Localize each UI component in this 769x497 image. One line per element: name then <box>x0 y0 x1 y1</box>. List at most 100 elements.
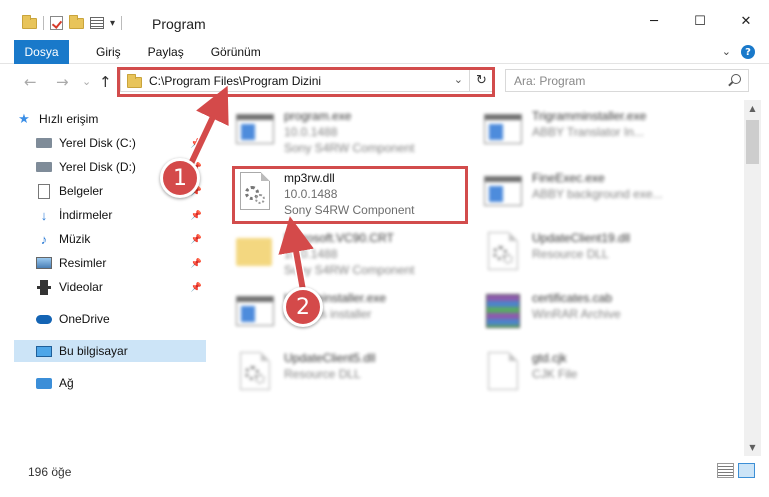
search-input[interactable]: Ara: Program <box>505 69 749 92</box>
application-icon <box>480 170 524 214</box>
back-button[interactable]: ← <box>24 73 37 91</box>
sidebar-item-label: Resimler <box>59 256 107 270</box>
sidebar-item-label: Videolar <box>59 280 103 294</box>
sidebar-item-network[interactable]: Ağ <box>36 372 226 394</box>
search-icon <box>731 74 741 84</box>
file-item-updateinstaller[interactable]: Updateinstaller.exe updates installer <box>232 284 467 344</box>
sidebar-item-label: Müzik <box>59 232 91 246</box>
navigation-pane: ★ Hızlı erişim Yerel Disk (C:) 📌 Yerel D… <box>0 100 206 456</box>
up-button[interactable]: ↑ <box>99 73 112 91</box>
sidebar-item-label: Hızlı erişim <box>39 112 99 126</box>
step-1-badge: 1 <box>160 158 200 198</box>
pin-icon[interactable]: 📌 <box>191 210 202 221</box>
file-name: program.exe <box>284 109 352 123</box>
file-name: gtd.cjk <box>532 351 567 365</box>
file-item-vc90-crt[interactable]: Microsoft.VC90.CRT 10.0.1488 Sony S4RW C… <box>232 224 467 284</box>
step-2-badge: 2 <box>283 287 323 327</box>
maximize-button[interactable]: ☐ <box>677 6 723 36</box>
ribbon-tabs: Dosya Giriş Paylaş Görünüm ⌄ ? <box>0 39 769 64</box>
sidebar-item-videos[interactable]: Videolar 📌 <box>16 276 206 298</box>
window-controls: ─ ☐ ✕ <box>631 6 769 36</box>
recent-locations-button[interactable]: ⌄ <box>82 75 91 88</box>
divider <box>43 16 44 30</box>
pictures-icon <box>36 255 52 271</box>
file-item-updateclient5[interactable]: UpdateClient5.dll Resource DLL <box>232 344 467 404</box>
tiles-view-icon[interactable] <box>738 463 755 478</box>
file-description: Resource DLL <box>532 247 609 261</box>
drive-icon <box>36 135 52 151</box>
file-item-certificates-cab[interactable]: certificates.cab WinRAR Archive <box>480 284 715 344</box>
sidebar-item-local-disk-c[interactable]: Yerel Disk (C:) 📌 <box>16 132 206 154</box>
chevron-down-icon[interactable]: ▾ <box>110 18 115 29</box>
window-title: Program <box>152 16 206 32</box>
help-icon[interactable]: ? <box>741 45 755 59</box>
file-name: certificates.cab <box>532 291 613 305</box>
application-icon <box>232 108 276 152</box>
file-description: ABBY background exe... <box>532 187 663 201</box>
dll-gear-icon <box>480 230 524 274</box>
sidebar-item-music[interactable]: ♪ Müzik 📌 <box>16 228 206 250</box>
file-name: Microsoft.VC90.CRT <box>284 231 394 245</box>
sidebar-item-label: Ağ <box>59 376 74 390</box>
forward-button[interactable]: → <box>56 73 69 91</box>
sidebar-item-quick-access[interactable]: ★ Hızlı erişim <box>16 108 206 130</box>
file-item-gtd-cjk[interactable]: gtd.cjk CJK File <box>480 344 715 404</box>
new-folder-icon[interactable] <box>69 14 84 29</box>
sidebar-item-label: OneDrive <box>59 312 110 326</box>
properties-check-icon[interactable] <box>50 16 63 30</box>
archive-icon <box>480 290 524 334</box>
tab-file[interactable]: Dosya <box>14 39 69 64</box>
sidebar-item-onedrive[interactable]: OneDrive <box>36 308 226 330</box>
file-item-program-exe[interactable]: program.exe 10.0.1488 Sony S4RW Componen… <box>232 102 467 162</box>
tab-home[interactable]: Giriş <box>96 45 121 59</box>
file-highlight-box <box>232 166 468 224</box>
sidebar-item-label: Yerel Disk (D:) <box>59 160 136 174</box>
application-icon <box>480 108 524 152</box>
minimize-button[interactable]: ─ <box>631 6 677 36</box>
sidebar-item-label: Yerel Disk (C:) <box>59 136 136 150</box>
music-icon: ♪ <box>40 231 48 247</box>
close-button[interactable]: ✕ <box>723 6 769 36</box>
file-description: Resource DLL <box>284 367 361 381</box>
tab-view[interactable]: Görünüm <box>211 45 261 59</box>
file-version: 10.0.1488 <box>284 125 338 139</box>
pin-icon[interactable]: 📌 <box>191 234 202 245</box>
dll-gear-icon <box>232 350 276 394</box>
tab-share[interactable]: Paylaş <box>148 45 184 59</box>
address-highlight-box <box>117 67 495 97</box>
video-icon <box>36 279 52 295</box>
network-icon <box>36 375 52 391</box>
expand-ribbon-icon[interactable]: ⌄ <box>722 45 731 59</box>
details-view-icon[interactable] <box>717 463 734 478</box>
pin-icon[interactable]: 📌 <box>191 138 202 149</box>
sidebar-item-label: Bu bilgisayar <box>59 344 128 358</box>
pin-icon[interactable]: 📌 <box>191 258 202 269</box>
sidebar-item-downloads[interactable]: ↓ İndirmeler 📌 <box>16 204 206 226</box>
sidebar-item-label: Belgeler <box>59 184 104 198</box>
file-item-updateclient19[interactable]: UpdateClient19.dll Resource DLL <box>480 224 715 284</box>
computer-icon <box>36 343 52 359</box>
file-description: Sony S4RW Component <box>284 141 415 155</box>
vertical-scrollbar[interactable]: ▲ ▼ <box>744 100 761 456</box>
file-item-fineexec[interactable]: FineExec.exe ABBY background exe... <box>480 164 715 224</box>
quick-access-toolbar: ▾ <box>22 14 123 30</box>
file-item-trigramminstaller[interactable]: Trigramminstaller.exe ABBY Translator In… <box>480 102 715 162</box>
file-name: Trigramminstaller.exe <box>532 109 647 123</box>
sidebar-item-label: İndirmeler <box>59 208 113 222</box>
folder-icon <box>22 14 37 29</box>
file-name: UpdateClient19.dll <box>532 231 631 245</box>
file-description: CJK File <box>532 367 578 381</box>
scroll-up-icon[interactable]: ▲ <box>744 100 761 117</box>
sidebar-item-pictures[interactable]: Resimler 📌 <box>16 252 206 274</box>
scroll-down-icon[interactable]: ▼ <box>744 439 761 456</box>
view-buttons <box>717 463 755 478</box>
file-description: Sony S4RW Component <box>284 263 415 277</box>
folder-icon <box>232 230 276 274</box>
pin-icon[interactable]: 📌 <box>191 282 202 293</box>
customize-icon[interactable] <box>90 17 104 29</box>
star-icon: ★ <box>18 111 30 126</box>
title-bar: ▾ Program ─ ☐ ✕ <box>0 0 769 40</box>
sidebar-item-this-pc[interactable]: Bu bilgisayar <box>14 340 206 362</box>
file-description: ABBY Translator In... <box>532 125 644 139</box>
scroll-thumb[interactable] <box>746 120 759 164</box>
